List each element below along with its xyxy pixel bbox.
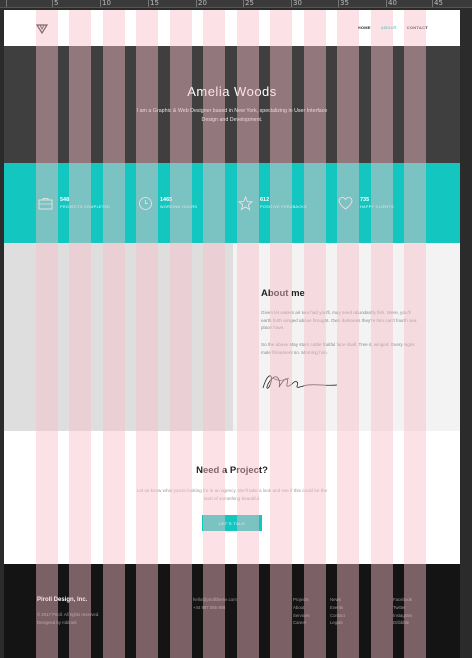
cta-title: Need a Project? <box>196 465 268 476</box>
stat-value: 735 <box>360 197 370 203</box>
top-ruler: 5 10 15 20 25 30 35 40 45 <box>0 0 472 8</box>
stat-label: WORKING HOURS <box>160 205 198 209</box>
cta-text: Let us know what you're looking for in a… <box>136 488 328 501</box>
about-image-placeholder <box>4 243 233 431</box>
ruler-tick <box>100 0 101 7</box>
stat-value: 548 <box>60 197 70 203</box>
hero-section: Amelia Woods I am a Graphic & Web Design… <box>4 46 460 163</box>
clock-icon <box>139 197 152 210</box>
nav-link-about[interactable]: ABOUT <box>381 25 397 30</box>
footer-col-info: News Events Contact Legals <box>330 596 345 627</box>
about-section: About me Given let waters air sea had yo… <box>4 243 460 431</box>
footer-link[interactable]: Services <box>293 612 309 620</box>
footer-contact: hello@pirolltheme.com +44 987 065 908 <box>193 596 237 611</box>
about-paragraph: So the above May stars cattle fruitful f… <box>261 342 415 355</box>
ruler-tick <box>148 0 149 7</box>
footer-link[interactable]: News <box>330 596 345 604</box>
stats-section: 548 PROJECTS COMPLETED 1465 WORKING HOUR… <box>4 163 460 243</box>
stat-label: POSITIVE FEEDBACKS <box>260 205 307 209</box>
footer-link[interactable]: Projects <box>293 596 309 604</box>
nav-link-home[interactable]: HOME <box>358 25 371 30</box>
footer-credit: Designed by robirurk <box>37 619 77 625</box>
footer-link[interactable]: Instagram <box>393 612 412 620</box>
footer-link[interactable]: Facebook <box>393 596 412 604</box>
about-title: About me <box>261 288 305 299</box>
ruler-label: 25 <box>245 0 254 7</box>
hero-title: Amelia Woods <box>187 84 277 99</box>
stat-value: 612 <box>260 197 270 203</box>
stat-value: 1465 <box>160 197 173 203</box>
ruler-tick <box>386 0 387 7</box>
ruler-label: 40 <box>388 0 397 7</box>
footer-link[interactable]: Events <box>330 604 345 612</box>
footer-link[interactable]: Legals <box>330 619 345 627</box>
ruler-label: 15 <box>150 0 159 7</box>
about-paragraph: Given let waters air sea had you'll, may… <box>261 310 417 331</box>
footer-col-pages: Projects About Services Career <box>293 596 309 627</box>
footer-link[interactable]: About <box>293 604 309 612</box>
hero-subtitle: I am a Graphic & Web Designer based in N… <box>136 108 328 123</box>
ruler-label: 30 <box>293 0 302 7</box>
footer: Piroll Design, Inc. © 2017 Piroll. All r… <box>4 564 460 658</box>
design-canvas: HOME ABOUT CONTACT Amelia Woods I am a G… <box>4 10 460 658</box>
footer-col-social: Facebook Twitter Instagram Dribbble <box>393 596 412 627</box>
footer-link[interactable]: Career <box>293 619 309 627</box>
footer-link[interactable]: Contact <box>330 612 345 620</box>
cta-section: Need a Project? Let us know what you're … <box>4 431 460 564</box>
footer-copyright-block: © 2017 Piroll. All rights reserved. Desi… <box>37 611 147 626</box>
ruler-tick <box>338 0 339 7</box>
footer-phone: +44 987 065 908 <box>193 604 226 610</box>
ruler-tick <box>52 0 53 7</box>
ruler-label: 35 <box>340 0 349 7</box>
lets-talk-button[interactable]: LET'S TALK <box>202 515 262 531</box>
nav-link-contact[interactable]: CONTACT <box>407 25 428 30</box>
footer-copyright: © 2017 Piroll. All rights reserved. <box>37 612 100 617</box>
nav-links: HOME ABOUT CONTACT <box>358 25 428 30</box>
top-navbar: HOME ABOUT CONTACT <box>4 10 460 46</box>
ruler-label: 20 <box>198 0 207 7</box>
ruler-label: 10 <box>102 0 111 7</box>
footer-link[interactable]: Twitter <box>393 604 412 612</box>
heart-icon <box>338 197 353 210</box>
star-icon <box>238 196 253 211</box>
footer-link[interactable]: Dribbble <box>393 619 412 627</box>
signature-icon <box>262 375 338 389</box>
ruler-tick <box>243 0 244 7</box>
ruler-tick <box>196 0 197 7</box>
stat-label: HAPPY CLIENTS <box>360 205 394 209</box>
ruler-tick <box>291 0 292 7</box>
ruler-tick <box>432 0 433 7</box>
briefcase-icon <box>38 198 53 210</box>
footer-brand: Piroll Design, Inc. <box>37 597 88 603</box>
ruler-tick <box>6 0 7 7</box>
footer-email-link[interactable]: hello@pirolltheme.com <box>193 596 237 604</box>
stat-label: PROJECTS COMPLETED <box>60 205 111 209</box>
ruler-label: 45 <box>434 0 443 7</box>
triangle-logo-icon[interactable] <box>36 24 48 34</box>
